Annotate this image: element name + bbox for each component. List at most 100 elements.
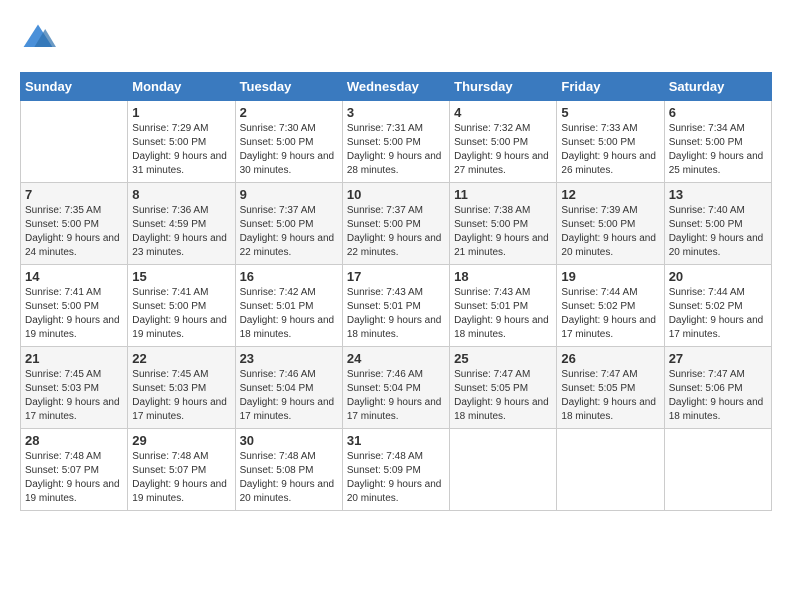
- calendar-cell: 23 Sunrise: 7:46 AMSunset: 5:04 PMDayligh…: [235, 347, 342, 429]
- calendar-week-2: 7 Sunrise: 7:35 AMSunset: 5:00 PMDaylight…: [21, 183, 772, 265]
- page-header: [20, 20, 772, 56]
- day-info: Sunrise: 7:43 AMSunset: 5:01 PMDaylight:…: [347, 286, 445, 342]
- calendar-cell: 5 Sunrise: 7:33 AMSunset: 5:00 PMDaylight…: [557, 101, 664, 183]
- calendar-cell: 11 Sunrise: 7:38 AMSunset: 5:00 PMDayligh…: [450, 183, 557, 265]
- day-info: Sunrise: 7:45 AMSunset: 5:03 PMDaylight:…: [132, 368, 230, 424]
- day-number: 13: [669, 187, 767, 202]
- day-info: Sunrise: 7:47 AMSunset: 5:05 PMDaylight:…: [561, 368, 659, 424]
- day-info: Sunrise: 7:47 AMSunset: 5:06 PMDaylight:…: [669, 368, 767, 424]
- day-info: Sunrise: 7:29 AMSunset: 5:00 PMDaylight:…: [132, 122, 230, 178]
- day-info: Sunrise: 7:43 AMSunset: 5:01 PMDaylight:…: [454, 286, 552, 342]
- calendar-cell: 21 Sunrise: 7:45 AMSunset: 5:03 PMDayligh…: [21, 347, 128, 429]
- day-number: 23: [240, 351, 338, 366]
- day-info: Sunrise: 7:34 AMSunset: 5:00 PMDaylight:…: [669, 122, 767, 178]
- calendar-cell: 14Sunrise: 7:41 AMSunset: 5:00 PMDayligh…: [21, 265, 128, 347]
- day-number: 3: [347, 105, 445, 120]
- calendar-cell: 31 Sunrise: 7:48 AMSunset: 5:09 PMDayligh…: [342, 429, 449, 511]
- day-number: 29: [132, 433, 230, 448]
- day-number: 30: [240, 433, 338, 448]
- calendar-cell: 1 Sunrise: 7:29 AMSunset: 5:00 PMDaylight…: [128, 101, 235, 183]
- calendar-cell: 26 Sunrise: 7:47 AMSunset: 5:05 PMDayligh…: [557, 347, 664, 429]
- day-info: Sunrise: 7:45 AMSunset: 5:03 PMDaylight:…: [25, 368, 123, 424]
- calendar-table: SundayMondayTuesdayWednesdayThursdayFrid…: [20, 72, 772, 511]
- day-number: 21: [25, 351, 123, 366]
- calendar-cell: 24Sunrise: 7:46 AMSunset: 5:04 PMDayligh…: [342, 347, 449, 429]
- weekday-header-saturday: Saturday: [664, 73, 771, 101]
- day-number: 7: [25, 187, 123, 202]
- day-number: 19: [561, 269, 659, 284]
- calendar-cell: [557, 429, 664, 511]
- day-info: Sunrise: 7:48 AMSunset: 5:07 PMDaylight:…: [25, 450, 123, 506]
- calendar-week-3: 14Sunrise: 7:41 AMSunset: 5:00 PMDayligh…: [21, 265, 772, 347]
- day-number: 8: [132, 187, 230, 202]
- calendar-cell: 28 Sunrise: 7:48 AMSunset: 5:07 PMDayligh…: [21, 429, 128, 511]
- day-info: Sunrise: 7:48 AMSunset: 5:08 PMDaylight:…: [240, 450, 338, 506]
- calendar-cell: 15Sunrise: 7:41 AMSunset: 5:00 PMDayligh…: [128, 265, 235, 347]
- calendar-cell: [450, 429, 557, 511]
- day-number: 15: [132, 269, 230, 284]
- day-info: Sunrise: 7:42 AMSunset: 5:01 PMDaylight:…: [240, 286, 338, 342]
- calendar-cell: 20Sunrise: 7:44 AMSunset: 5:02 PMDayligh…: [664, 265, 771, 347]
- calendar-cell: 12 Sunrise: 7:39 AMSunset: 5:00 PMDayligh…: [557, 183, 664, 265]
- logo-icon: [20, 20, 56, 56]
- day-number: 5: [561, 105, 659, 120]
- day-info: Sunrise: 7:38 AMSunset: 5:00 PMDaylight:…: [454, 204, 552, 260]
- calendar-cell: 3 Sunrise: 7:31 AMSunset: 5:00 PMDaylight…: [342, 101, 449, 183]
- calendar-header-row: SundayMondayTuesdayWednesdayThursdayFrid…: [21, 73, 772, 101]
- calendar-cell: 6 Sunrise: 7:34 AMSunset: 5:00 PMDaylight…: [664, 101, 771, 183]
- day-info: Sunrise: 7:46 AMSunset: 5:04 PMDaylight:…: [240, 368, 338, 424]
- day-number: 16: [240, 269, 338, 284]
- weekday-header-sunday: Sunday: [21, 73, 128, 101]
- calendar-cell: 25Sunrise: 7:47 AMSunset: 5:05 PMDayligh…: [450, 347, 557, 429]
- day-info: Sunrise: 7:40 AMSunset: 5:00 PMDaylight:…: [669, 204, 767, 260]
- day-number: 31: [347, 433, 445, 448]
- day-number: 24: [347, 351, 445, 366]
- day-info: Sunrise: 7:37 AMSunset: 5:00 PMDaylight:…: [240, 204, 338, 260]
- calendar-cell: 16 Sunrise: 7:42 AMSunset: 5:01 PMDayligh…: [235, 265, 342, 347]
- weekday-header-monday: Monday: [128, 73, 235, 101]
- calendar-cell: 27 Sunrise: 7:47 AMSunset: 5:06 PMDayligh…: [664, 347, 771, 429]
- day-info: Sunrise: 7:30 AMSunset: 5:00 PMDaylight:…: [240, 122, 338, 178]
- weekday-header-friday: Friday: [557, 73, 664, 101]
- day-number: 1: [132, 105, 230, 120]
- day-number: 17: [347, 269, 445, 284]
- day-info: Sunrise: 7:35 AMSunset: 5:00 PMDaylight:…: [25, 204, 123, 260]
- calendar-cell: 22 Sunrise: 7:45 AMSunset: 5:03 PMDayligh…: [128, 347, 235, 429]
- calendar-week-1: 1 Sunrise: 7:29 AMSunset: 5:00 PMDaylight…: [21, 101, 772, 183]
- calendar-cell: 4 Sunrise: 7:32 AMSunset: 5:00 PMDaylight…: [450, 101, 557, 183]
- calendar-cell: 29 Sunrise: 7:48 AMSunset: 5:07 PMDayligh…: [128, 429, 235, 511]
- logo: [20, 20, 60, 56]
- calendar-cell: [664, 429, 771, 511]
- day-number: 11: [454, 187, 552, 202]
- day-number: 10: [347, 187, 445, 202]
- calendar-cell: 10Sunrise: 7:37 AMSunset: 5:00 PMDayligh…: [342, 183, 449, 265]
- day-number: 12: [561, 187, 659, 202]
- calendar-cell: 2Sunrise: 7:30 AMSunset: 5:00 PMDaylight…: [235, 101, 342, 183]
- calendar-cell: 8 Sunrise: 7:36 AMSunset: 4:59 PMDaylight…: [128, 183, 235, 265]
- day-number: 20: [669, 269, 767, 284]
- calendar-week-4: 21 Sunrise: 7:45 AMSunset: 5:03 PMDayligh…: [21, 347, 772, 429]
- day-number: 28: [25, 433, 123, 448]
- day-info: Sunrise: 7:44 AMSunset: 5:02 PMDaylight:…: [561, 286, 659, 342]
- day-info: Sunrise: 7:39 AMSunset: 5:00 PMDaylight:…: [561, 204, 659, 260]
- day-number: 18: [454, 269, 552, 284]
- calendar-cell: 13 Sunrise: 7:40 AMSunset: 5:00 PMDayligh…: [664, 183, 771, 265]
- day-info: Sunrise: 7:48 AMSunset: 5:09 PMDaylight:…: [347, 450, 445, 506]
- calendar-cell: 7 Sunrise: 7:35 AMSunset: 5:00 PMDaylight…: [21, 183, 128, 265]
- weekday-header-tuesday: Tuesday: [235, 73, 342, 101]
- day-number: 26: [561, 351, 659, 366]
- day-info: Sunrise: 7:36 AMSunset: 4:59 PMDaylight:…: [132, 204, 230, 260]
- day-number: 22: [132, 351, 230, 366]
- day-number: 4: [454, 105, 552, 120]
- day-number: 9: [240, 187, 338, 202]
- day-info: Sunrise: 7:48 AMSunset: 5:07 PMDaylight:…: [132, 450, 230, 506]
- calendar-cell: 30 Sunrise: 7:48 AMSunset: 5:08 PMDayligh…: [235, 429, 342, 511]
- day-number: 27: [669, 351, 767, 366]
- day-info: Sunrise: 7:32 AMSunset: 5:00 PMDaylight:…: [454, 122, 552, 178]
- calendar-cell: 19 Sunrise: 7:44 AMSunset: 5:02 PMDayligh…: [557, 265, 664, 347]
- day-info: Sunrise: 7:31 AMSunset: 5:00 PMDaylight:…: [347, 122, 445, 178]
- day-number: 6: [669, 105, 767, 120]
- day-info: Sunrise: 7:33 AMSunset: 5:00 PMDaylight:…: [561, 122, 659, 178]
- day-number: 25: [454, 351, 552, 366]
- weekday-header-wednesday: Wednesday: [342, 73, 449, 101]
